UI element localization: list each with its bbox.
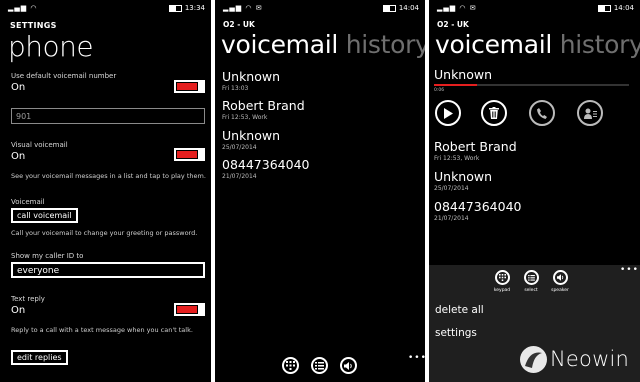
call-button[interactable] (529, 100, 555, 126)
visual-voicemail-value: On (11, 151, 26, 162)
carrier-name: O2 - UK (437, 20, 469, 29)
battery-icon (168, 4, 182, 12)
edit-replies-button[interactable]: edit replies (11, 350, 68, 365)
settings-screen: ▂▄▆ ◠ 13:34 SETTINGS phone Use default v… (0, 0, 211, 382)
page-title: phone (8, 30, 94, 63)
selected-caller-name: Unknown (434, 67, 493, 82)
caller-name: Unknown (434, 169, 493, 184)
pivot-voicemail[interactable]: voicemail (435, 30, 552, 59)
caller-detail: Fri 12:53, Work (222, 114, 268, 121)
neowin-text: Neowin (550, 347, 629, 371)
caller-detail: 21/07/2014 (222, 173, 257, 180)
playback-progress[interactable] (434, 84, 629, 86)
status-bar: ▂▄▆ ◠ ✉ 14:04 (429, 4, 640, 14)
status-bar: ▂▄▆ ◠ ✉ 14:04 (215, 4, 425, 14)
call-voicemail-description: Call your voicemail to change your greet… (11, 229, 198, 237)
speaker-icon[interactable] (553, 270, 568, 285)
status-time: 14:04 (398, 4, 419, 12)
speaker-icon[interactable] (340, 357, 357, 374)
caller-detail: Fri 13:03 (222, 85, 249, 92)
caller-id-select[interactable]: everyone (11, 262, 205, 278)
call-voicemail-button[interactable]: call voicemail (11, 208, 78, 223)
battery-icon (382, 4, 396, 12)
text-reply-label: Text reply (11, 295, 45, 303)
status-time: 13:34 (184, 4, 205, 12)
signal-icon: ▂▄▆ ◠ ✉ (223, 4, 263, 12)
caller-name: 08447364040 (434, 199, 522, 214)
menu-item-settings[interactable]: settings (435, 327, 477, 339)
keypad-icon[interactable] (495, 270, 510, 285)
contact-button[interactable] (577, 100, 603, 126)
elapsed-time: 0:06 (434, 88, 445, 93)
caller-name: Unknown (222, 128, 281, 143)
pivot-history[interactable]: history sp (346, 30, 425, 59)
call-icon (537, 107, 547, 119)
caller-name: 08447364040 (222, 157, 310, 172)
caller-name: Unknown (222, 69, 281, 84)
visual-voicemail-toggle[interactable] (174, 148, 205, 161)
select-icon[interactable] (524, 270, 539, 285)
status-time: 14:04 (613, 4, 634, 12)
signal-icon: ▂▄▆ ◠ ✉ (437, 4, 477, 12)
caller-detail: 25/07/2014 (222, 144, 257, 151)
caller-id-label: Show my caller ID to (11, 252, 84, 260)
play-button[interactable] (435, 100, 461, 126)
default-voicemail-toggle[interactable] (174, 80, 205, 93)
default-voicemail-value: On (11, 82, 26, 93)
app-title: SETTINGS (10, 21, 57, 30)
neowin-logo-icon (520, 346, 547, 373)
caller-detail: 25/07/2014 (434, 185, 469, 192)
more-icon[interactable]: ••• (408, 353, 425, 363)
signal-icon: ▂▄▆ ◠ (8, 4, 38, 12)
neowin-watermark: Neowin (520, 346, 640, 376)
pivot-header: voicemail history sp (221, 30, 425, 59)
status-bar: ▂▄▆ ◠ 13:34 (0, 4, 211, 14)
caller-name: Robert Brand (434, 139, 517, 154)
play-icon (444, 107, 453, 119)
default-voicemail-label: Use default voicemail number (11, 72, 117, 80)
playback-progress-fill (434, 84, 477, 86)
select-icon[interactable] (311, 357, 328, 374)
pivot-header: voicemail history sp (435, 30, 640, 59)
more-icon[interactable]: ••• (620, 265, 639, 275)
caller-detail: Fri 12:53, Work (434, 155, 480, 162)
keypad-icon[interactable] (282, 357, 299, 374)
app-bar: ••• (215, 352, 425, 382)
battery-icon (597, 4, 611, 12)
menu-item-delete-all[interactable]: delete all (435, 304, 484, 316)
pivot-history[interactable]: history sp (560, 30, 640, 59)
contact-icon (583, 108, 597, 119)
voicemail-number-field[interactable]: 901 (11, 108, 205, 124)
text-reply-description: Reply to a call with a text message when… (11, 326, 193, 334)
delete-icon (489, 107, 499, 119)
voicemail-list-screen: ▂▄▆ ◠ ✉ 14:04 O2 - UK voicemail history … (215, 0, 425, 382)
delete-button[interactable] (481, 100, 507, 126)
select-label: select (524, 288, 538, 293)
visual-voicemail-label: Visual voicemail (11, 141, 68, 149)
text-reply-toggle[interactable] (174, 303, 205, 316)
speaker-label: speaker (551, 288, 569, 293)
caller-detail: 21/07/2014 (434, 215, 469, 222)
carrier-name: O2 - UK (223, 20, 255, 29)
caller-name: Robert Brand (222, 98, 305, 113)
pivot-voicemail[interactable]: voicemail (221, 30, 338, 59)
voicemail-detail-screen: ▂▄▆ ◠ ✉ 14:04 O2 - UK voicemail history … (429, 0, 640, 382)
visual-voicemail-description: See your voicemail messages in a list an… (11, 172, 206, 180)
keypad-label: keypad (493, 288, 511, 293)
voicemail-section-label: Voicemail (11, 198, 45, 206)
text-reply-value: On (11, 305, 26, 316)
